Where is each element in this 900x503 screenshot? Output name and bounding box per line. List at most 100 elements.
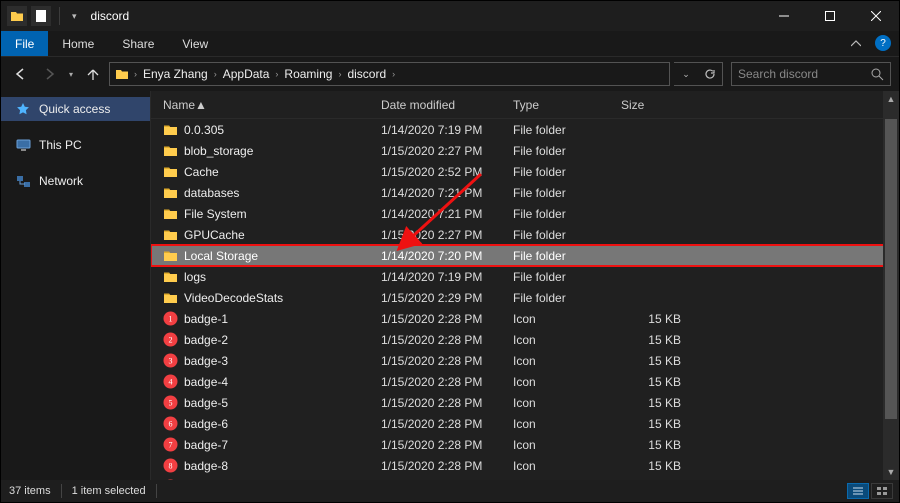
file-date: 1/14/2020 7:19 PM — [381, 119, 482, 140]
file-row[interactable]: Local Storage1/14/2020 7:20 PMFile folde… — [151, 245, 899, 266]
column-header-size[interactable]: Size — [621, 91, 644, 119]
file-row[interactable]: VideoDecodeStats1/15/2020 2:29 PMFile fo… — [151, 287, 899, 308]
search-input[interactable]: Search discord — [731, 62, 891, 86]
breadcrumb-item[interactable]: discord — [345, 67, 388, 81]
star-icon — [15, 101, 31, 117]
breadcrumb-item[interactable]: Enya Zhang — [141, 67, 210, 81]
badge-icon: 7 — [163, 437, 178, 452]
file-type: Icon — [513, 371, 536, 392]
file-size: 15 KB — [621, 392, 681, 413]
file-row[interactable]: 0.0.3051/14/2020 7:19 PMFile folder — [151, 119, 899, 140]
breadcrumb-item[interactable]: AppData — [221, 67, 272, 81]
vertical-scrollbar[interactable]: ▲ ▼ — [883, 91, 899, 480]
document-icon[interactable] — [31, 6, 51, 26]
file-row[interactable]: databases1/14/2020 7:21 PMFile folder — [151, 182, 899, 203]
refresh-button[interactable] — [698, 63, 722, 85]
scroll-up-icon[interactable]: ▲ — [883, 91, 899, 107]
sidebar-item-this-pc[interactable]: This PC — [1, 133, 150, 157]
address-dropdown-icon[interactable]: ⌄ — [674, 63, 698, 85]
minimize-button[interactable] — [761, 1, 807, 31]
file-row[interactable]: 4badge-41/15/2020 2:28 PMIcon15 KB — [151, 371, 899, 392]
badge-icon: 2 — [163, 332, 178, 347]
file-type: Icon — [513, 308, 536, 329]
close-button[interactable] — [853, 1, 899, 31]
chevron-right-icon[interactable]: › — [390, 69, 397, 79]
folder-icon[interactable] — [7, 6, 27, 26]
maximize-button[interactable] — [807, 1, 853, 31]
chevron-right-icon[interactable]: › — [212, 69, 219, 79]
file-list-pane: Name▲ Date modified Type Size 0.0.305 1/1… — [151, 91, 899, 480]
help-icon[interactable]: ? — [875, 35, 891, 51]
file-name: badge-4 — [184, 375, 228, 389]
file-row[interactable]: 8badge-81/15/2020 2:28 PMIcon15 KB — [151, 455, 899, 476]
file-size: 15 KB — [621, 308, 681, 329]
status-bar: 37 items 1 item selected — [1, 480, 899, 502]
file-row[interactable]: 3badge-31/15/2020 2:28 PMIcon15 KB — [151, 350, 899, 371]
breadcrumb-item[interactable]: Roaming — [282, 67, 334, 81]
file-row[interactable]: 2badge-21/15/2020 2:28 PMIcon15 KB — [151, 329, 899, 350]
file-name: badge-7 — [184, 438, 228, 452]
file-size — [621, 287, 681, 308]
sidebar-item-quick-access[interactable]: Quick access — [1, 97, 150, 121]
sidebar-item-label: This PC — [39, 138, 82, 152]
svg-text:6: 6 — [169, 420, 173, 429]
file-row[interactable]: GPUCache1/15/2020 2:27 PMFile folder — [151, 224, 899, 245]
file-size — [621, 140, 681, 161]
back-button[interactable] — [9, 62, 33, 86]
folder-icon — [163, 186, 178, 199]
sidebar-item-network[interactable]: Network — [1, 169, 150, 193]
ribbon-collapse-icon[interactable] — [851, 31, 869, 56]
sidebar-item-label: Network — [39, 174, 83, 188]
file-size — [621, 245, 681, 266]
tab-share[interactable]: Share — [108, 31, 168, 56]
column-header-name[interactable]: Name▲ — [163, 91, 207, 119]
computer-icon — [15, 137, 31, 153]
tab-view[interactable]: View — [168, 31, 222, 56]
file-name: VideoDecodeStats — [184, 291, 283, 305]
column-header-type[interactable]: Type — [513, 91, 539, 119]
file-row[interactable]: logs1/14/2020 7:19 PMFile folder — [151, 266, 899, 287]
sort-asc-icon: ▲ — [195, 98, 207, 112]
view-details-button[interactable] — [847, 483, 869, 499]
file-size — [621, 266, 681, 287]
file-type: Icon — [513, 350, 536, 371]
folder-icon — [163, 228, 178, 241]
column-headers: Name▲ Date modified Type Size — [151, 91, 899, 119]
folder-icon — [163, 249, 178, 262]
chevron-right-icon[interactable]: › — [273, 69, 280, 79]
column-header-date[interactable]: Date modified — [381, 91, 455, 119]
badge-icon: 1 — [163, 311, 178, 326]
explorer-body: Quick access This PC Network Name▲ Date … — [1, 91, 899, 480]
address-bar[interactable]: › Enya Zhang › AppData › Roaming › disco… — [109, 62, 670, 86]
status-divider — [156, 484, 157, 498]
tab-home[interactable]: Home — [48, 31, 108, 56]
file-row[interactable]: File System1/14/2020 7:21 PMFile folder — [151, 203, 899, 224]
forward-button[interactable] — [37, 62, 61, 86]
chevron-right-icon[interactable]: › — [336, 69, 343, 79]
file-row[interactable]: 1badge-11/15/2020 2:28 PMIcon15 KB — [151, 308, 899, 329]
view-large-button[interactable] — [871, 483, 893, 499]
scroll-down-icon[interactable]: ▼ — [883, 464, 899, 480]
file-row[interactable]: 7badge-71/15/2020 2:28 PMIcon15 KB — [151, 434, 899, 455]
file-type: Icon — [513, 434, 536, 455]
file-row[interactable]: blob_storage1/15/2020 2:27 PMFile folder — [151, 140, 899, 161]
file-row[interactable]: 6badge-61/15/2020 2:28 PMIcon15 KB — [151, 413, 899, 434]
file-type: File folder — [513, 203, 566, 224]
scrollbar-thumb[interactable] — [885, 119, 897, 419]
up-button[interactable] — [81, 62, 105, 86]
window-title: discord — [91, 9, 130, 23]
folder-icon — [163, 165, 178, 178]
chevron-right-icon[interactable]: › — [132, 69, 139, 79]
history-dropdown-icon[interactable]: ▾ — [65, 62, 77, 86]
qat-dropdown-icon[interactable]: ▾ — [68, 11, 81, 22]
folder-icon — [163, 144, 178, 157]
file-date: 1/15/2020 2:28 PM — [381, 308, 482, 329]
file-date: 1/14/2020 7:21 PM — [381, 203, 482, 224]
file-row[interactable]: 5badge-51/15/2020 2:28 PMIcon15 KB — [151, 392, 899, 413]
file-type: File folder — [513, 161, 566, 182]
tab-file[interactable]: File — [1, 31, 48, 56]
file-row[interactable]: Cache1/15/2020 2:52 PMFile folder — [151, 161, 899, 182]
file-name: 0.0.305 — [184, 123, 224, 137]
search-placeholder: Search discord — [738, 67, 871, 81]
file-type: Icon — [513, 392, 536, 413]
